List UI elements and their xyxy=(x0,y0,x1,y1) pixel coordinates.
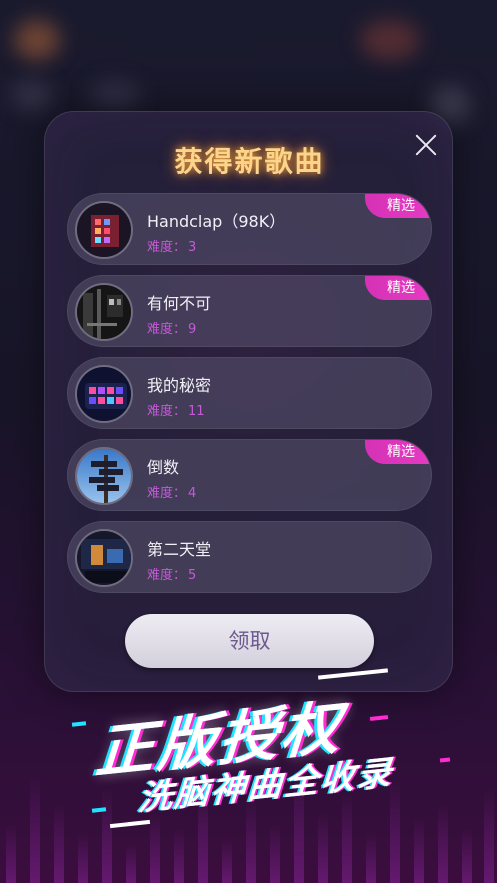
song-difficulty: 难度： 9 xyxy=(147,322,197,337)
song-item[interactable]: Handclap（98K） 难度： 3 精选 xyxy=(67,193,432,265)
song-title: 我的秘密 xyxy=(147,376,212,395)
song-title: 第二天堂 xyxy=(147,540,212,559)
album-cover-icon xyxy=(75,201,133,259)
song-item[interactable]: 第二天堂 难度： 5 xyxy=(67,521,432,593)
background-light xyxy=(360,20,420,60)
song-item[interactable]: 倒数 难度： 4 精选 xyxy=(67,439,432,511)
album-cover-icon xyxy=(75,447,133,505)
claim-button[interactable]: 领取 xyxy=(125,614,374,668)
song-difficulty: 难度： 3 xyxy=(147,240,197,255)
glitch-line xyxy=(71,721,87,727)
song-difficulty: 难度： 4 xyxy=(147,486,197,501)
song-difficulty: 难度： 11 xyxy=(147,404,205,419)
background-light xyxy=(12,80,52,110)
background-light xyxy=(14,20,60,60)
album-cover-icon xyxy=(75,529,133,587)
featured-badge: 精选 xyxy=(365,440,431,464)
dialog-title: 获得新歌曲 xyxy=(174,145,325,178)
new-song-dialog: 获得新歌曲 Handclap（98K） 难度： 3 精选 有何不可 难度： 9 … xyxy=(44,111,453,692)
song-title: Handclap（98K） xyxy=(147,212,286,231)
song-title: 有何不可 xyxy=(147,294,212,313)
song-item[interactable]: 我的秘密 难度： 11 xyxy=(67,357,432,429)
song-difficulty: 难度： 5 xyxy=(147,568,197,583)
album-cover-icon xyxy=(75,283,133,341)
song-title: 倒数 xyxy=(147,458,180,477)
close-icon[interactable] xyxy=(411,130,441,160)
featured-badge: 精选 xyxy=(365,276,431,300)
song-item[interactable]: 有何不可 难度： 9 精选 xyxy=(67,275,432,347)
album-cover-icon xyxy=(75,365,133,423)
background-light xyxy=(90,80,140,110)
featured-badge: 精选 xyxy=(365,194,431,218)
